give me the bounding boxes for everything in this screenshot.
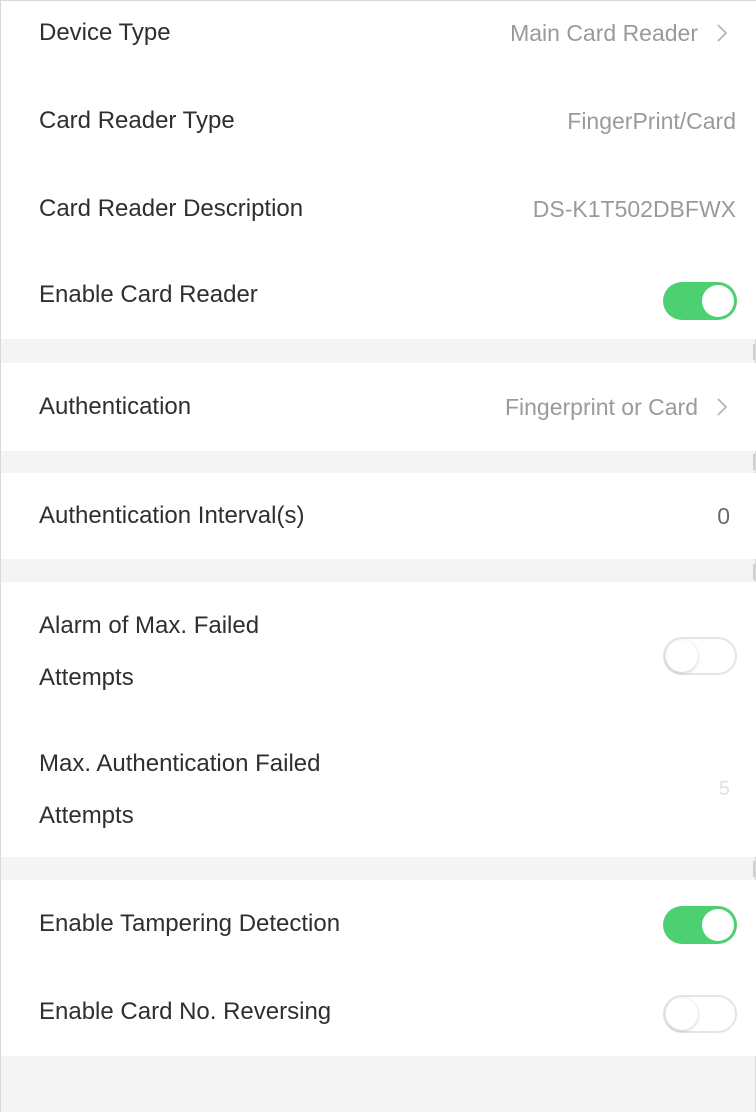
authentication-interval-row[interactable]: Authentication Interval(s) 0 xyxy=(1,490,756,542)
max-failed-attempts-label: Max. Authentication Failed Attempts xyxy=(39,738,419,842)
enable-card-reader-toggle[interactable] xyxy=(663,282,737,320)
max-failed-attempts-label-line2: Attempts xyxy=(39,802,134,829)
alarm-max-failed-row: Alarm of Max. Failed Attempts xyxy=(1,600,756,704)
authentication-row[interactable]: Authentication Fingerprint or Card xyxy=(1,381,756,433)
max-failed-attempts-value: 5 xyxy=(718,778,730,800)
authentication-section: Authentication Fingerprint or Card xyxy=(1,363,756,451)
card-reader-description-value: DS-K1T502DBFWX xyxy=(532,196,736,222)
authentication-label: Authentication xyxy=(39,393,192,420)
alarm-max-failed-toggle[interactable] xyxy=(663,637,737,675)
authentication-interval-section: Authentication Interval(s) 0 xyxy=(1,473,756,559)
authentication-interval-label: Authentication Interval(s) xyxy=(39,502,305,529)
chevron-right-icon xyxy=(717,398,728,416)
chevron-right-icon xyxy=(717,24,728,42)
card-no-reversing-toggle[interactable] xyxy=(663,995,737,1033)
scroll-edge-mark xyxy=(753,564,755,580)
tampering-detection-toggle[interactable] xyxy=(663,906,737,944)
alarm-max-failed-label-line2: Attempts xyxy=(39,664,134,691)
enable-card-reader-label: Enable Card Reader xyxy=(39,281,258,308)
toggle-knob xyxy=(702,285,734,317)
failed-attempts-section: Alarm of Max. Failed Attempts Max. Authe… xyxy=(1,582,756,857)
authentication-interval-value: 0 xyxy=(717,503,730,529)
max-failed-attempts-label-line1: Max. Authentication Failed xyxy=(39,750,321,777)
card-no-reversing-row: Enable Card No. Reversing xyxy=(1,986,756,1038)
toggle-knob xyxy=(666,998,698,1030)
toggle-knob xyxy=(666,640,698,672)
authentication-value: Fingerprint or Card xyxy=(504,394,698,420)
card-reader-settings-page: Device Type Main Card Reader Card Reader… xyxy=(0,0,756,1112)
enable-card-reader-row: Enable Card Reader xyxy=(1,269,756,321)
scroll-edge-mark xyxy=(753,454,755,470)
alarm-max-failed-label-line1: Alarm of Max. Failed xyxy=(39,612,260,639)
scroll-edge-mark xyxy=(753,344,755,360)
card-reader-type-value: FingerPrint/Card xyxy=(567,108,736,134)
tampering-detection-row: Enable Tampering Detection xyxy=(1,898,756,950)
detection-section: Enable Tampering Detection Enable Card N… xyxy=(1,880,756,1056)
card-reader-type-row: Card Reader Type FingerPrint/Card xyxy=(1,95,756,147)
tampering-detection-label: Enable Tampering Detection xyxy=(39,910,341,937)
card-reader-description-row: Card Reader Description DS-K1T502DBFWX xyxy=(1,183,756,235)
device-type-label: Device Type xyxy=(39,19,171,46)
card-reader-description-label: Card Reader Description xyxy=(39,195,304,222)
card-no-reversing-label: Enable Card No. Reversing xyxy=(39,998,332,1025)
max-failed-attempts-row: Max. Authentication Failed Attempts 5 xyxy=(1,738,756,842)
scroll-edge-mark xyxy=(753,861,755,877)
alarm-max-failed-label: Alarm of Max. Failed Attempts xyxy=(39,600,419,704)
general-section: Device Type Main Card Reader Card Reader… xyxy=(1,1,756,339)
toggle-knob xyxy=(702,909,734,941)
device-type-row[interactable]: Device Type Main Card Reader xyxy=(1,7,756,59)
card-reader-type-label: Card Reader Type xyxy=(39,107,235,134)
device-type-value: Main Card Reader xyxy=(510,20,698,46)
